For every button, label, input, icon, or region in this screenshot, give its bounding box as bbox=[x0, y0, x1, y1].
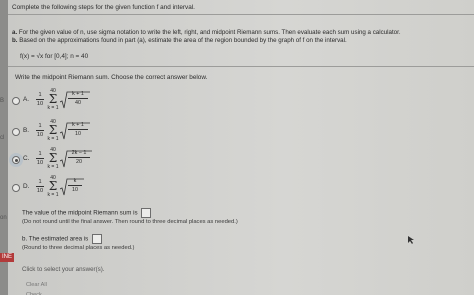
fraction-bar bbox=[68, 185, 82, 186]
side-label-2: cl bbox=[0, 135, 5, 141]
option-a-letter: A. bbox=[23, 96, 30, 103]
radicand: k 10 bbox=[68, 178, 82, 194]
fraction-bar bbox=[36, 130, 44, 131]
sigma-icon: Σ bbox=[48, 151, 58, 165]
fraction-bar bbox=[68, 157, 90, 158]
option-a-sigma: 40 Σ k = 1 bbox=[46, 88, 60, 111]
sigma-lower: k = 1 bbox=[47, 164, 59, 170]
question-content: Complete the following steps for the giv… bbox=[8, 0, 474, 295]
sigma-lower: k = 1 bbox=[47, 192, 59, 198]
question-instruction: Complete the following steps for the giv… bbox=[12, 4, 195, 11]
option-d-letter: D. bbox=[23, 183, 30, 190]
radicand-denominator: 10 bbox=[75, 131, 81, 137]
header-divider bbox=[8, 14, 474, 15]
fraction-bar bbox=[36, 99, 44, 100]
radicand-numerator: 2k − 1 bbox=[71, 150, 87, 156]
option-c[interactable]: C. 1 10 40 Σ k = 1 2k − 1 20 bbox=[9, 147, 132, 173]
midpoint-value-label: The value of the midpoint Riemann sum is bbox=[22, 209, 138, 217]
option-b-letter: B. bbox=[23, 127, 30, 134]
option-c-sigma: 40 Σ k = 1 bbox=[46, 147, 60, 170]
coef-denominator: 10 bbox=[36, 160, 44, 166]
step-b-label: b. bbox=[12, 37, 18, 44]
step-a-label: a. bbox=[12, 29, 18, 36]
estimated-area-label: b. The estimated area is bbox=[22, 235, 89, 243]
coef-numerator: 1 bbox=[38, 123, 42, 129]
radicand-numerator: k + 1 bbox=[72, 91, 84, 97]
radio-d[interactable] bbox=[12, 184, 20, 192]
sigma-icon: Σ bbox=[48, 179, 58, 193]
left-panel-edge bbox=[0, 0, 8, 295]
step-b-text: Based on the approximations found in par… bbox=[19, 37, 347, 44]
fraction-bar bbox=[36, 158, 44, 159]
radicand: k + 1 10 bbox=[68, 122, 88, 138]
estimated-area-row: b. The estimated area is bbox=[22, 234, 102, 244]
option-d[interactable]: D. 1 10 40 Σ k = 1 k 10 bbox=[12, 175, 132, 201]
radicand-denominator: 10 bbox=[72, 187, 78, 193]
help-text: Click to select your answer(s). bbox=[22, 266, 105, 273]
radicand-numerator: k bbox=[73, 178, 77, 184]
fraction-bar bbox=[36, 186, 44, 187]
estimated-area-input[interactable] bbox=[92, 234, 102, 244]
sigma-lower: k = 1 bbox=[47, 136, 59, 142]
sigma-lower: k = 1 bbox=[47, 105, 59, 111]
fraction-bar bbox=[68, 129, 88, 130]
fraction-bar bbox=[68, 98, 88, 99]
coef-denominator: 10 bbox=[36, 132, 44, 138]
option-d-coefficient: 1 10 bbox=[36, 179, 44, 195]
step-a-text: For the given value of n, use sigma nota… bbox=[18, 29, 401, 36]
option-d-sigma: 40 Σ k = 1 bbox=[46, 175, 60, 198]
sigma-icon: Σ bbox=[48, 123, 58, 137]
step-b: b. Based on the approximations found in … bbox=[12, 37, 347, 44]
radicand-numerator: k + 1 bbox=[72, 122, 84, 128]
option-c-letter: C. bbox=[23, 155, 30, 162]
radio-a[interactable] bbox=[12, 97, 20, 105]
midpoint-value-note: (Do not round until the final answer. Th… bbox=[22, 219, 238, 225]
radio-c[interactable] bbox=[12, 156, 20, 164]
function-definition: f(x) = √x for [0,4]; n = 40 bbox=[20, 53, 89, 60]
section-divider bbox=[8, 66, 474, 67]
option-c-coefficient: 1 10 bbox=[36, 151, 44, 167]
option-b-coefficient: 1 10 bbox=[36, 123, 44, 139]
option-a-coefficient: 1 10 bbox=[36, 92, 44, 108]
option-a[interactable]: A. 1 10 40 Σ k = 1 k + 1 40 bbox=[12, 88, 132, 114]
coef-numerator: 1 bbox=[38, 151, 42, 157]
radicand: 2k − 1 20 bbox=[68, 150, 90, 166]
side-label-3: on bbox=[0, 215, 7, 221]
step-a: a. For the given value of n, use sigma n… bbox=[12, 29, 401, 36]
coef-denominator: 10 bbox=[36, 101, 44, 107]
radicand: k + 1 40 bbox=[68, 91, 88, 107]
option-b-sigma: 40 Σ k = 1 bbox=[46, 119, 60, 142]
midpoint-value-row: The value of the midpoint Riemann sum is bbox=[22, 208, 152, 218]
radicand-denominator: 20 bbox=[76, 159, 82, 165]
question-prompt: Write the midpoint Riemann sum. Choose t… bbox=[15, 74, 208, 81]
midpoint-value-input[interactable] bbox=[141, 208, 152, 218]
coef-denominator: 10 bbox=[36, 188, 44, 194]
coef-numerator: 1 bbox=[38, 92, 42, 98]
radicand-denominator: 40 bbox=[75, 100, 81, 106]
sigma-icon: Σ bbox=[48, 92, 58, 106]
side-label-1: B bbox=[0, 98, 5, 104]
coef-numerator: 1 bbox=[38, 179, 42, 185]
clear-all-button[interactable]: Clear All Check bbox=[26, 280, 62, 295]
estimated-area-note: (Round to three decimal places as needed… bbox=[22, 245, 135, 251]
option-b[interactable]: B. 1 10 40 Σ k = 1 k + 1 10 bbox=[12, 119, 132, 145]
page: B cl on INE Complete the following steps… bbox=[0, 0, 474, 295]
radio-b[interactable] bbox=[12, 128, 20, 136]
